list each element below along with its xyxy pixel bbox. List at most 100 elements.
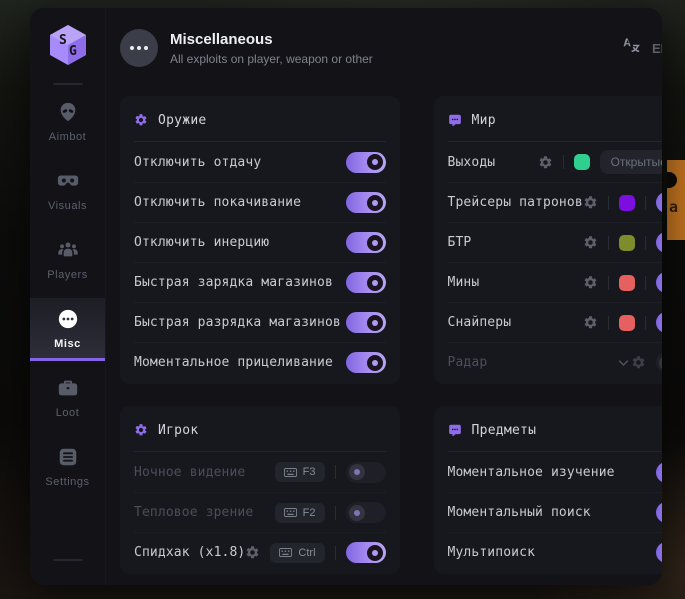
- color-swatch[interactable]: [619, 315, 635, 331]
- option-row: Быстрая зарядка магазинов: [134, 262, 386, 302]
- option-controls: [346, 232, 386, 253]
- gear-icon[interactable]: [245, 545, 260, 560]
- list-icon: [57, 446, 79, 468]
- sidebar-item-label: Visuals: [48, 200, 87, 212]
- section-title: Предметы: [472, 423, 537, 438]
- color-swatch[interactable]: [619, 275, 635, 291]
- option-controls: [346, 192, 386, 213]
- toggle[interactable]: [346, 502, 386, 523]
- option-controls: [583, 192, 662, 213]
- sidebar-divider-bottom: [53, 559, 83, 561]
- chevron-down-icon[interactable]: [616, 355, 631, 370]
- option-label: Мины: [448, 275, 583, 290]
- app-logo[interactable]: S G: [49, 8, 87, 83]
- toggle[interactable]: [346, 352, 386, 373]
- sidebar-item-visuals[interactable]: Visuals: [30, 160, 105, 223]
- sidebar-item-players[interactable]: Players: [30, 229, 105, 292]
- option-row: Моментальный поиск: [448, 492, 662, 532]
- language-switcher: EN RU: [622, 36, 662, 60]
- toggle[interactable]: [656, 272, 662, 293]
- option-row: Отключить инерцию: [134, 222, 386, 262]
- section-title: Игрок: [158, 423, 198, 438]
- toggle[interactable]: [346, 462, 386, 483]
- section-card: МирВыходыОткрытыеТрейсеры патроновБТРМин…: [434, 96, 662, 384]
- option-controls: [631, 352, 662, 373]
- gear-icon[interactable]: [583, 315, 598, 330]
- color-swatch[interactable]: [574, 154, 590, 170]
- option-controls: [346, 352, 386, 373]
- toggle[interactable]: [346, 272, 386, 293]
- alien-icon: [57, 101, 79, 123]
- sidebar-item-misc[interactable]: Misc: [30, 298, 105, 361]
- option-controls: [583, 272, 662, 293]
- section-card: ПредметыМоментальное изучениеМоментальны…: [434, 406, 662, 574]
- gear-icon: [134, 423, 148, 437]
- toggle-knob: [367, 315, 383, 331]
- option-controls: [583, 312, 662, 333]
- hotkey-label: F3: [303, 466, 316, 478]
- option-label: Спидхак (x1.8): [134, 545, 245, 560]
- gear-icon: [134, 113, 148, 127]
- option-label: Быстрая зарядка магазинов: [134, 275, 346, 290]
- color-swatch[interactable]: [619, 235, 635, 251]
- control-divider: [645, 196, 646, 210]
- toggle[interactable]: [656, 232, 662, 253]
- option-row: Выходы Открытые: [448, 142, 662, 182]
- toggle[interactable]: [346, 232, 386, 253]
- option-label: Отключить отдачу: [134, 155, 346, 170]
- control-divider: [335, 546, 336, 560]
- control-divider: [608, 236, 609, 250]
- gear-icon[interactable]: [538, 155, 553, 170]
- color-swatch[interactable]: [619, 195, 635, 211]
- page-title: Miscellaneous: [170, 31, 373, 48]
- sidebar-item-loot[interactable]: Loot: [30, 367, 105, 430]
- section-title: Мир: [472, 113, 496, 128]
- dropdown-value: Открытые: [611, 155, 662, 169]
- option-row: Мультипоиск: [448, 532, 662, 572]
- toggle[interactable]: [346, 152, 386, 173]
- control-divider: [335, 465, 336, 479]
- control-divider: [608, 276, 609, 290]
- toggle[interactable]: [346, 312, 386, 333]
- gear-icon[interactable]: [583, 195, 598, 210]
- lang-en-button[interactable]: EN: [652, 41, 662, 56]
- option-row: Отключить отдачу: [134, 142, 386, 182]
- section-title: Оружие: [158, 113, 207, 128]
- control-divider: [563, 155, 564, 169]
- gear-icon[interactable]: [583, 235, 598, 250]
- option-controls: [656, 542, 662, 563]
- option-label: Ночное видение: [134, 465, 275, 480]
- header: Miscellaneous All exploits on player, we…: [106, 8, 662, 88]
- option-row: Отключить покачивание: [134, 182, 386, 222]
- hotkey-badge[interactable]: F2: [275, 503, 325, 523]
- option-label: Трейсеры патронов: [448, 195, 583, 210]
- toggle[interactable]: [656, 312, 662, 333]
- toggle[interactable]: [656, 502, 662, 523]
- hotkey-badge[interactable]: Ctrl: [270, 543, 324, 563]
- option-controls: [346, 272, 386, 293]
- sidebar-item-aimbot[interactable]: Aimbot: [30, 91, 105, 154]
- hotkey-badge[interactable]: F3: [275, 462, 325, 482]
- gear-icon[interactable]: [583, 275, 598, 290]
- toggle-knob: [349, 505, 365, 521]
- gear-icon[interactable]: [631, 355, 646, 370]
- option-controls: Открытые: [538, 150, 662, 174]
- option-label: Моментальный поиск: [448, 505, 656, 520]
- toggle[interactable]: [346, 192, 386, 213]
- vr-goggles-icon: [57, 170, 79, 192]
- toggle[interactable]: [656, 192, 662, 213]
- players-icon: [57, 239, 79, 261]
- toggle[interactable]: [346, 542, 386, 563]
- sidebar-item-settings[interactable]: Settings: [30, 436, 105, 499]
- toggle[interactable]: [656, 542, 662, 563]
- background-glyph: а: [669, 198, 678, 216]
- toggle[interactable]: [656, 462, 662, 483]
- dropdown[interactable]: Открытые: [600, 150, 662, 174]
- sidebar: S G Aimbot Visuals PlayersMiscLootSettings: [30, 8, 106, 585]
- hotkey-label: F2: [303, 507, 316, 519]
- option-label: Выходы: [448, 155, 538, 170]
- toggle-knob: [367, 235, 383, 251]
- option-label: Моментальное прицеливание: [134, 355, 346, 370]
- toggle[interactable]: [656, 352, 662, 373]
- option-row: Моментальное прицеливание: [134, 342, 386, 382]
